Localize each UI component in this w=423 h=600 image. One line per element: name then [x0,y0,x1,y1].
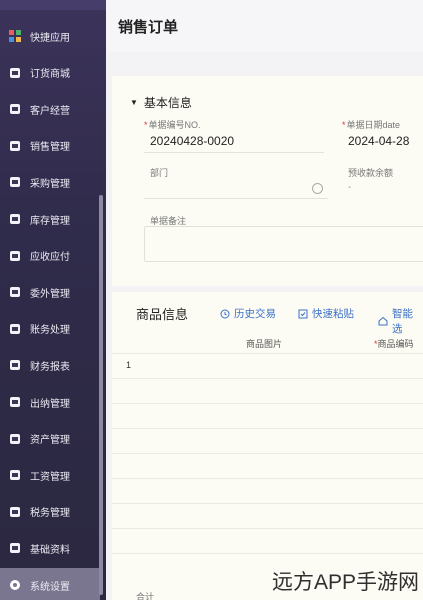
sidebar-item[interactable]: 资产管理 [0,422,100,456]
asset-icon [8,432,22,446]
sidebar-item[interactable]: 工资管理 [0,458,100,492]
sidebar-item-label: 委外管理 [30,288,70,300]
sidebar-item[interactable]: 销售管理 [0,129,100,163]
sidebar-item[interactable]: 快捷应用 [0,19,100,53]
sidebar-item[interactable]: 税务管理 [0,495,100,529]
sidebar-item[interactable]: 采购管理 [0,165,100,199]
main-content: 销售订单 ▼ 基本信息 *单据编号NO. 20240428-0020 *单据日期… [106,0,423,600]
total-label: 合计 [136,592,155,600]
sidebar-scrollbar[interactable] [99,195,103,595]
dept-select[interactable] [144,198,328,199]
table-row[interactable] [112,504,423,529]
sidebar-item-label: 订货商城 [30,69,70,81]
sidebar-item-label: 应收应付 [30,252,70,264]
sidebar-item-label: 采购管理 [30,178,70,190]
tax-icon [8,505,22,519]
home-icon [378,316,388,326]
box-icon [8,212,22,226]
remark-textarea[interactable] [144,226,423,262]
sidebar: 快捷应用订货商城客户经营销售管理采购管理库存管理应收应付委外管理账务处理财务报表… [0,0,106,600]
salary-icon [8,468,22,482]
sidebar-item[interactable]: 客户经营 [0,92,100,126]
stamp-icon [8,285,22,299]
quick-paste-button[interactable]: 快速粘贴 [298,306,354,321]
ledger-icon [8,322,22,336]
layers-icon [8,541,22,555]
sidebar-item[interactable]: 系统设置 [0,568,100,600]
sidebar-item-label: 销售管理 [30,142,70,154]
grid-icon [8,29,22,43]
cashier-icon [8,395,22,409]
table-row[interactable] [112,529,423,554]
col-product-image: 商品图片 [246,339,283,349]
sidebar-item-label: 账务处理 [30,325,70,337]
sidebar-item[interactable]: 出纳管理 [0,385,100,419]
sidebar-item-label: 系统设置 [30,581,70,593]
sidebar-item-label: 基础资料 [30,544,70,556]
clock-icon [220,309,230,319]
dept-picker-icon[interactable] [312,183,323,194]
dept-label: 部门 [150,168,169,178]
table-row[interactable] [112,479,423,504]
cart-icon [8,175,22,189]
order-no-underline [144,152,324,153]
row-number: 1 [126,360,132,370]
col-product-code: *商品编码 [374,339,414,349]
sidebar-item[interactable]: 应收应付 [0,239,100,273]
watermark: 远方APP手游网 [271,571,419,594]
basic-info-toggle[interactable]: ▼ 基本信息 [130,94,192,111]
date-field[interactable]: 2024-04-28 [348,134,409,148]
sidebar-item-label: 出纳管理 [30,398,70,410]
sidebar-item[interactable]: 财务报表 [0,348,100,382]
page-header: 销售订单 [106,0,423,52]
basic-info-card: ▼ 基本信息 *单据编号NO. 20240428-0020 *单据日期date … [112,76,423,286]
coin-icon [8,249,22,263]
bag-icon [8,66,22,80]
sidebar-item-label: 资产管理 [30,435,70,447]
product-info-title: 商品信息 [136,307,189,322]
sidebar-top-bar [0,0,106,10]
page-title: 销售订单 [118,19,179,36]
sidebar-item-label: 税务管理 [30,508,70,520]
table-row[interactable] [112,454,423,479]
gear-icon [8,578,22,592]
paste-icon [298,309,308,319]
chart-icon [8,139,22,153]
table-row[interactable] [112,379,423,404]
sidebar-item[interactable]: 订货商城 [0,56,100,90]
sidebar-item[interactable]: 委外管理 [0,275,100,309]
sidebar-item[interactable]: 库存管理 [0,202,100,236]
sidebar-item[interactable]: 基础资料 [0,531,100,565]
product-table-header: 商品图片 *商品编码 [112,332,423,354]
order-no-field[interactable]: 20240428-0020 [150,134,234,148]
sidebar-item-label: 工资管理 [30,471,70,483]
prepay-value: - [348,182,352,193]
sidebar-item-label: 客户经营 [30,105,70,117]
sidebar-item-label: 财务报表 [30,361,70,373]
product-info-card: 商品信息 历史交易 快速粘贴 智能选 商品图片 *商品编码 1 合计 [112,292,423,600]
caret-down-icon: ▼ [130,98,138,107]
user-icon [8,102,22,116]
table-row[interactable] [112,404,423,429]
table-row[interactable] [112,429,423,454]
prepay-label: 预收款余额 [348,168,394,178]
sidebar-item-label: 库存管理 [30,215,70,227]
history-trade-button[interactable]: 历史交易 [220,306,276,321]
sidebar-item[interactable]: 账务处理 [0,312,100,346]
report-icon [8,358,22,372]
order-no-label: *单据编号NO. [144,120,201,130]
date-label: *单据日期date [342,120,401,130]
basic-info-title: 基本信息 [143,96,192,110]
sidebar-item-label: 快捷应用 [30,32,70,44]
table-row[interactable]: 1 [112,354,423,379]
